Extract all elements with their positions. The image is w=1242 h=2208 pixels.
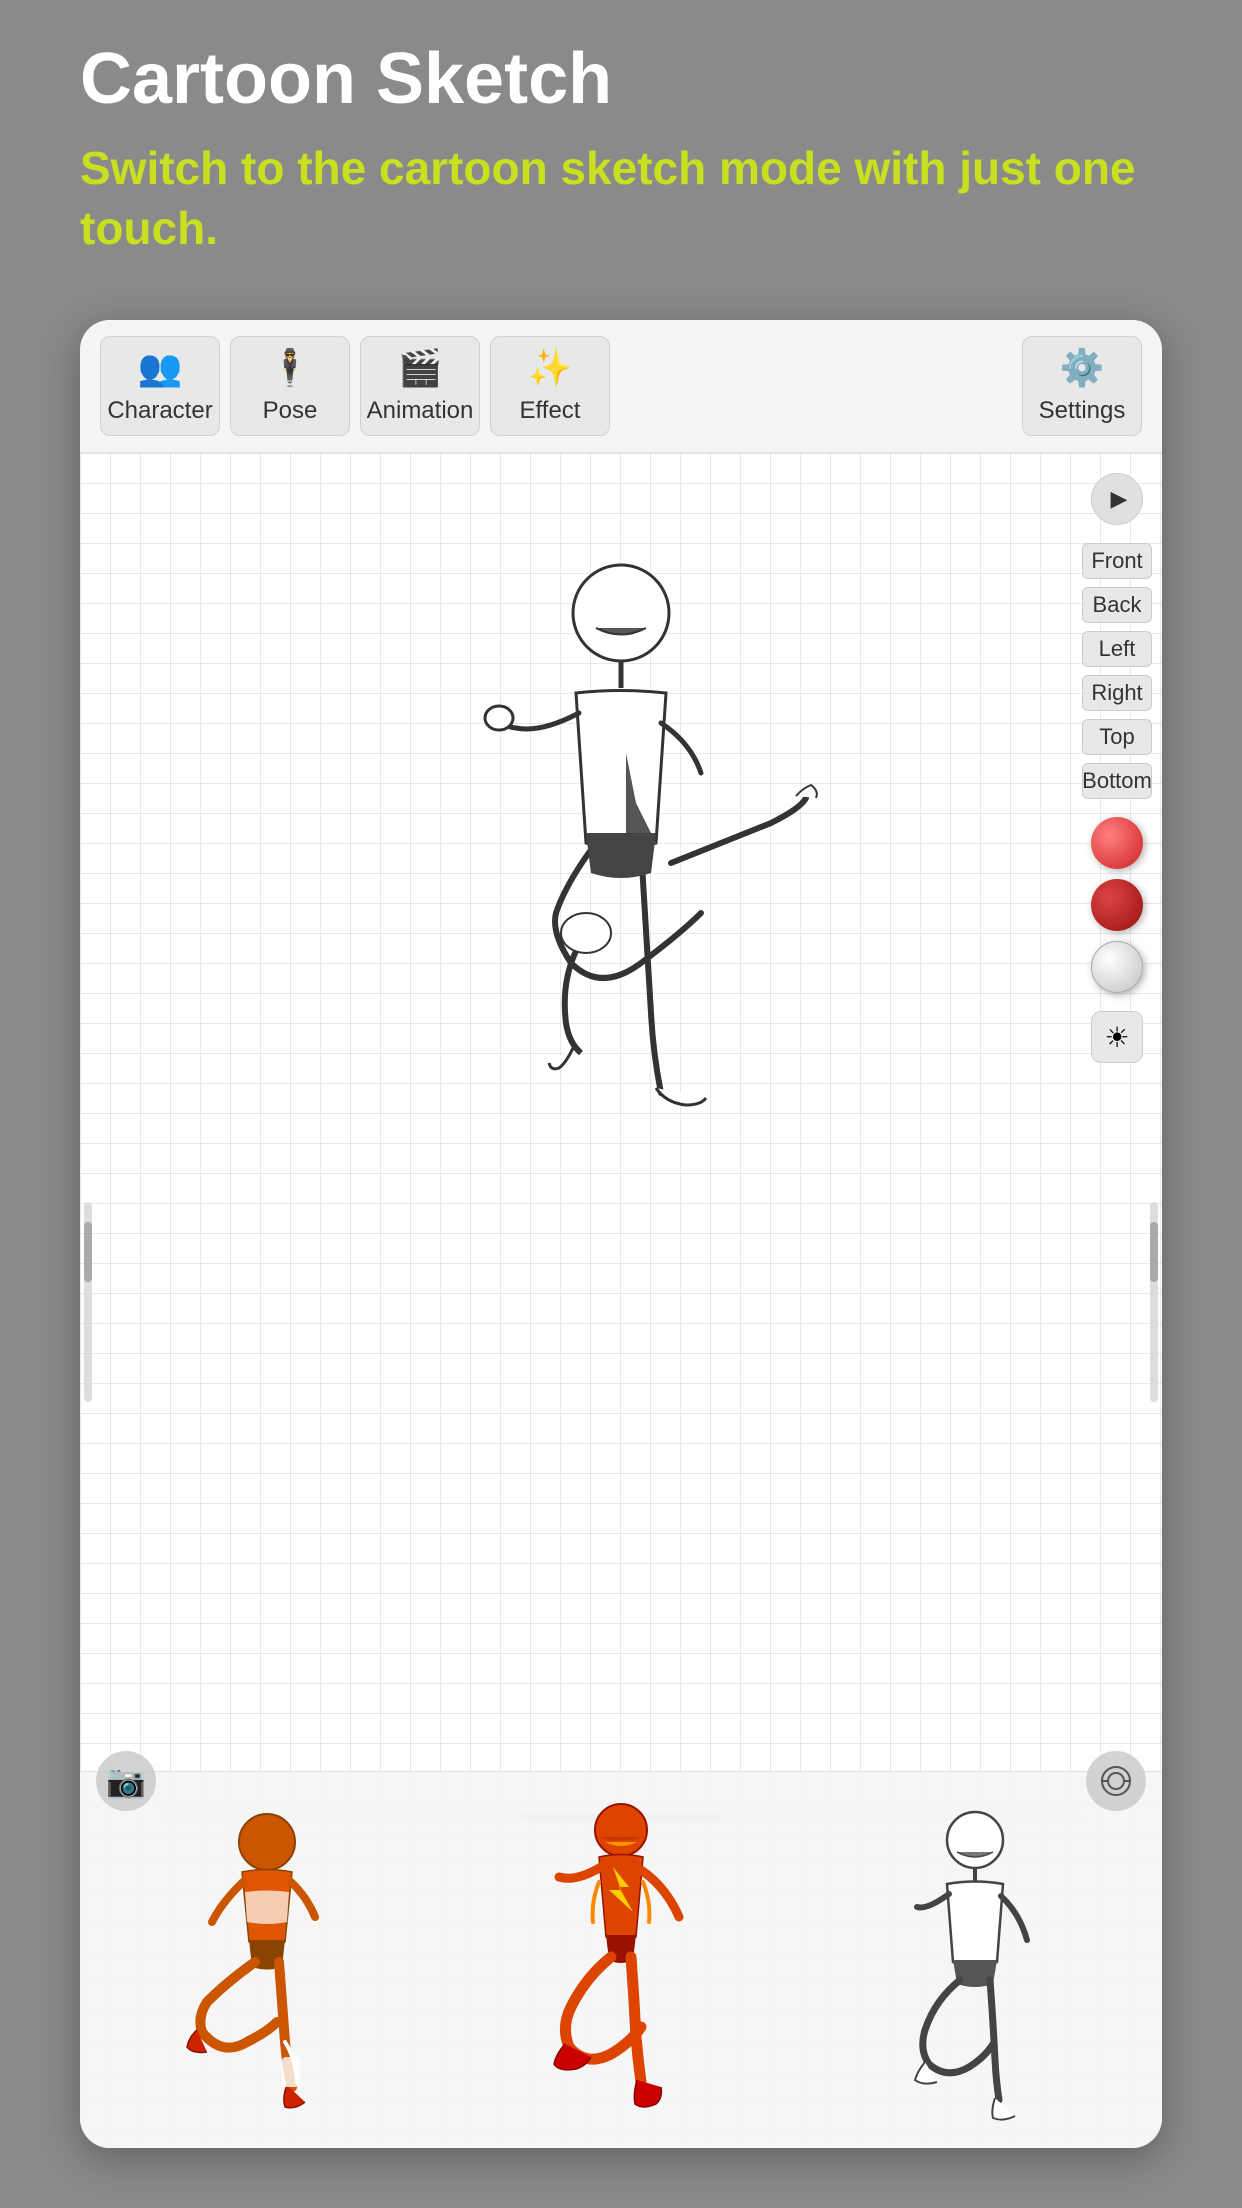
brightness-button[interactable]: ☀ — [1091, 1011, 1143, 1063]
toolbar: 👥 Character 🕴 Pose 🎬 Animation ✨ Effect … — [80, 320, 1162, 453]
effect-icon: ✨ — [528, 347, 573, 389]
color-balls — [1091, 817, 1143, 993]
play-button[interactable] — [1091, 473, 1143, 525]
char-figure-1 — [167, 1802, 367, 2122]
sketch-svg — [411, 533, 831, 1213]
color-ball-1[interactable] — [1091, 817, 1143, 869]
bottom-view-button[interactable]: Bottom — [1082, 763, 1152, 799]
screenshot-button[interactable] — [1086, 1751, 1146, 1811]
left-view-button[interactable]: Left — [1082, 631, 1152, 667]
character-button[interactable]: 👥 Character — [100, 336, 220, 436]
scrollbar-right[interactable] — [1150, 1202, 1158, 1402]
pose-button[interactable]: 🕴 Pose — [230, 336, 350, 436]
canvas-area[interactable]: Front Back Left Right Top Bottom ☀ — [80, 453, 1162, 2148]
top-view-button[interactable]: Top — [1082, 719, 1152, 755]
character-icon: 👥 — [138, 347, 183, 389]
character-thumb-2[interactable] — [486, 1792, 756, 2132]
header-section: Cartoon Sketch Switch to the cartoon ske… — [80, 40, 1162, 259]
right-view-button[interactable]: Right — [1082, 675, 1152, 711]
camera-button[interactable]: 📷 — [96, 1751, 156, 1811]
animation-icon: 🎬 — [398, 347, 443, 389]
scrollbar-left[interactable] — [84, 1202, 92, 1402]
settings-label: Settings — [1039, 397, 1126, 425]
character-strip — [80, 1771, 1162, 2148]
screenshot-icon — [1100, 1765, 1132, 1797]
char-figure-2 — [521, 1792, 721, 2132]
settings-icon: ⚙️ — [1060, 347, 1105, 389]
pose-label: Pose — [263, 397, 318, 425]
sketch-figure — [411, 533, 831, 1213]
animation-button[interactable]: 🎬 Animation — [360, 336, 480, 436]
character-label: Character — [107, 397, 212, 425]
right-controls: Front Back Left Right Top Bottom ☀ — [1082, 473, 1152, 1063]
app-card: 👥 Character 🕴 Pose 🎬 Animation ✨ Effect … — [80, 320, 1162, 2148]
pose-icon: 🕴 — [268, 347, 313, 389]
color-ball-2[interactable] — [1091, 879, 1143, 931]
effect-button[interactable]: ✨ Effect — [490, 336, 610, 436]
scrollbar-right-thumb[interactable] — [1150, 1222, 1158, 1282]
char-figure-3 — [875, 1802, 1075, 2122]
settings-button[interactable]: ⚙️ Settings — [1022, 336, 1142, 436]
animation-label: Animation — [367, 397, 474, 425]
scrollbar-left-thumb[interactable] — [84, 1222, 92, 1282]
character-thumb-3[interactable] — [840, 1792, 1110, 2132]
app-title: Cartoon Sketch — [80, 40, 1162, 119]
front-view-button[interactable]: Front — [1082, 543, 1152, 579]
app-subtitle: Switch to the cartoon sketch mode with j… — [80, 139, 1162, 259]
color-ball-3[interactable] — [1091, 941, 1143, 993]
effect-label: Effect — [520, 397, 581, 425]
character-thumb-1[interactable] — [132, 1792, 402, 2132]
back-view-button[interactable]: Back — [1082, 587, 1152, 623]
